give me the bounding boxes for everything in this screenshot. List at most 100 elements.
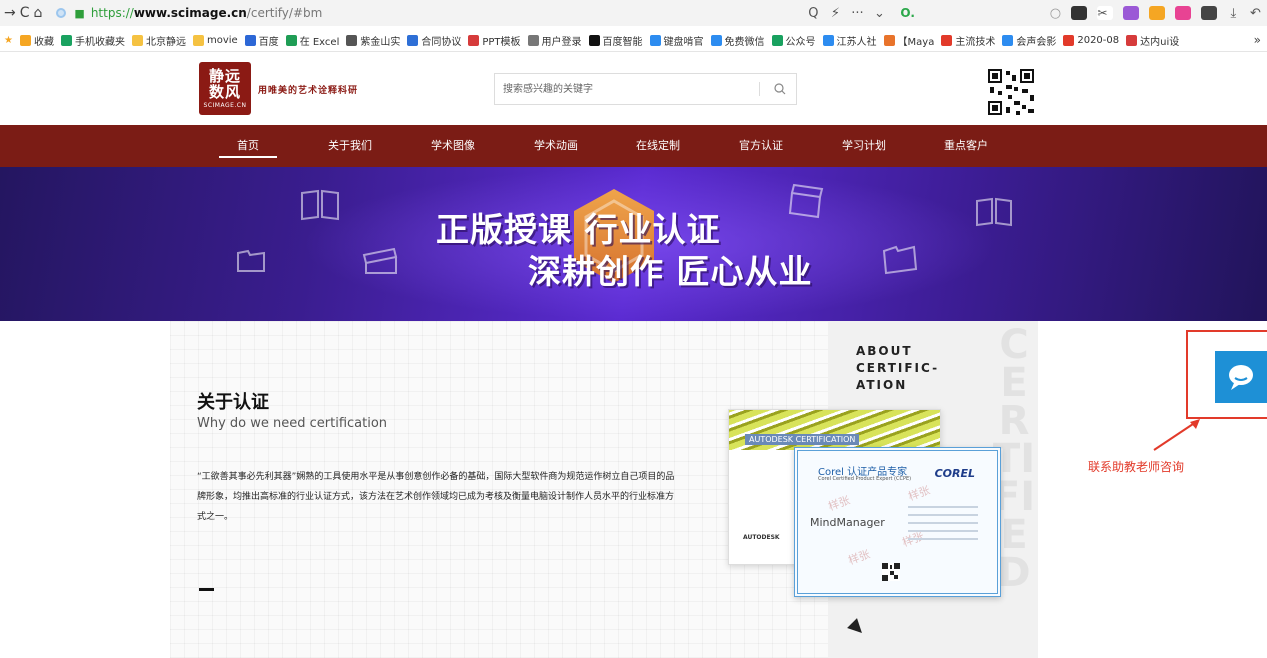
bookmarks-bar: ★ 收藏 手机收藏夹 北京静远 movie 百度 在 Excel 紫金山实 合同协议 PPT模板 用… <box>0 30 1267 52</box>
game-icon[interactable] <box>1175 6 1192 20</box>
bookmark-icon <box>527 35 539 46</box>
bookmark-item[interactable]: 紫金山实 <box>346 33 400 48</box>
certificate-lines <box>908 506 978 546</box>
bookmark-icon <box>588 35 600 46</box>
bookmark-icon <box>60 35 72 46</box>
url-path: /certify/#bm <box>246 6 323 20</box>
bookmark-item[interactable]: 会声会影 <box>1002 33 1056 48</box>
bookmark-item[interactable]: movie <box>192 35 238 46</box>
address-bar[interactable]: ■ https:// www.scimage.cn /certify/#bm <box>56 3 797 23</box>
bookmark-item[interactable]: 合同协议 <box>407 33 461 48</box>
search-icon[interactable]: ○ <box>1044 3 1066 23</box>
url-scheme: https:// <box>90 6 134 20</box>
bookmark-item[interactable]: PPT模板 <box>468 33 521 48</box>
lock-icon: ■ <box>74 6 85 20</box>
bookmark-label: 收藏 <box>33 37 54 48</box>
banner-headline-2: 深耕创作 匠心从业 <box>528 252 813 291</box>
logo-line-2: 数风 <box>208 83 241 101</box>
apps-icon[interactable] <box>1201 6 1218 20</box>
bookmark-label: 北京静远 <box>145 37 186 48</box>
bookmark-item[interactable]: 用户登录 <box>527 33 582 48</box>
bookmark-item[interactable]: 收藏 <box>19 33 54 48</box>
bookmark-label: 在 Excel <box>299 37 340 48</box>
bookmark-item[interactable]: 免费微信 <box>710 33 765 48</box>
nav-item-custom[interactable]: 在线定制 <box>628 125 688 167</box>
nav-item-certify[interactable]: 官方认证 <box>731 125 791 167</box>
url-host: www.scimage.cn <box>133 6 247 20</box>
qr-code-icon <box>986 67 1036 117</box>
section-body: “工欲善其事必先利其器”娴熟的工具使用水平是从事创意创作必备的基础，国际大型软件… <box>197 472 675 522</box>
bookmark-label: 江苏人社 <box>836 37 877 48</box>
download-icon[interactable]: ⤓ <box>1222 3 1244 23</box>
bookmark-item[interactable]: 在 Excel <box>285 33 340 48</box>
nav-item-home[interactable]: 首页 <box>218 125 278 167</box>
bookmark-label: 合同协议 <box>421 37 462 48</box>
bookmark-icon <box>19 35 31 46</box>
bookmark-icon <box>649 35 661 46</box>
site-slogan: 用唯美的艺术诠释科研 <box>258 86 359 96</box>
bookmark-item[interactable]: 达内ui设 <box>1126 33 1179 48</box>
search-button[interactable] <box>764 74 796 104</box>
bookmark-item[interactable]: 键盘啃官 <box>649 33 704 48</box>
chat-button[interactable] <box>1215 351 1267 403</box>
nav-item-animation[interactable]: 学术动画 <box>526 125 586 167</box>
corel-cert-subtitle: Corel Certified Product Expert (CCPE) <box>818 476 912 482</box>
bookmark-icon <box>1002 35 1014 46</box>
bookmark-icon <box>192 35 204 46</box>
bookmark-icon <box>1126 35 1138 46</box>
nav-item-plan[interactable]: 学习计划 <box>834 125 894 167</box>
bookmarks-more-button[interactable]: » <box>1249 33 1261 47</box>
nav-item-about[interactable]: 关于我们 <box>320 125 380 167</box>
nav-item-images[interactable]: 学术图像 <box>423 125 483 167</box>
bookmark-item[interactable]: 北京静远 <box>131 33 186 48</box>
back-icon[interactable]: → <box>4 2 16 24</box>
bookmark-icon <box>710 35 722 46</box>
book-icon <box>301 189 339 221</box>
bookmark-item[interactable]: 主流技术 <box>941 33 995 48</box>
browser-toolbar: → C ⌂ ■ https:// www.scimage.cn /certify… <box>0 0 1267 26</box>
bookmark-label: 达内ui设 <box>1140 37 1180 48</box>
nav-item-clients[interactable]: 重点客户 <box>936 125 996 167</box>
browser-search-input[interactable]: O. <box>894 3 1044 23</box>
bookmark-item[interactable]: 手机收藏夹 <box>60 33 125 48</box>
bookmark-item[interactable]: 百度智能 <box>588 33 643 48</box>
lightning-icon[interactable]: ⚡ <box>824 3 846 23</box>
bookmark-icon <box>771 35 783 46</box>
undo-icon[interactable]: ↶ <box>1244 3 1266 23</box>
bookmark-icon <box>468 35 480 46</box>
bookmark-item[interactable]: 百度 <box>244 33 279 48</box>
folder-icon <box>237 249 265 272</box>
extension-icon-2[interactable] <box>1123 6 1140 20</box>
reload-icon[interactable]: C <box>20 2 30 24</box>
toolbar-actions: Q ⚡ ··· ⌄ O. ○ ✂ ⤓ ↶ ☰ <box>802 3 1267 23</box>
banner-headline-1: 正版授课 行业认证 <box>436 210 721 249</box>
bookmark-item[interactable]: 公众号 <box>771 33 816 48</box>
about-line-1: ABOUT <box>856 344 913 358</box>
bookmark-label: 键盘啃官 <box>663 37 704 48</box>
more-icon[interactable]: ··· <box>846 3 868 23</box>
bookmark-item[interactable]: 江苏人社 <box>822 33 877 48</box>
chevron-down-icon[interactable]: ⌄ <box>868 3 890 23</box>
bookmark-icon <box>941 35 953 46</box>
search-divider <box>759 82 760 96</box>
hero-banner: 正版授课 行业认证 深耕创作 匠心从业 <box>0 167 1267 321</box>
site-logo[interactable]: 静远 数风 SCIMAGE.CN <box>199 62 251 115</box>
bookmark-label: 手机收藏夹 <box>74 37 125 48</box>
bookmark-item[interactable]: 【Maya <box>883 33 934 48</box>
certification-section: CERTIFIED ABOUT CERTIFIC- ATION 关于认证 Why… <box>0 321 1267 658</box>
site-info-icon[interactable] <box>56 8 67 18</box>
home-icon[interactable]: ⌂ <box>34 2 43 24</box>
book-icon-right <box>976 197 1012 227</box>
bookmark-icon <box>822 35 834 46</box>
bookmark-label: 百度 <box>258 37 279 48</box>
clapper-icon-right <box>788 183 824 219</box>
site-search-input[interactable] <box>495 74 750 104</box>
logo-line-1: 静远 <box>208 67 241 85</box>
extension-icon-3[interactable] <box>1149 6 1166 20</box>
star-icon[interactable]: ★ <box>4 35 13 46</box>
bookmark-item[interactable]: 2020-08 <box>1063 35 1119 46</box>
scissors-icon[interactable]: ✂ <box>1097 6 1114 20</box>
zoom-icon[interactable]: Q <box>802 3 824 23</box>
bookmark-label: 公众号 <box>785 37 816 48</box>
extension-icon-1[interactable] <box>1071 6 1088 20</box>
